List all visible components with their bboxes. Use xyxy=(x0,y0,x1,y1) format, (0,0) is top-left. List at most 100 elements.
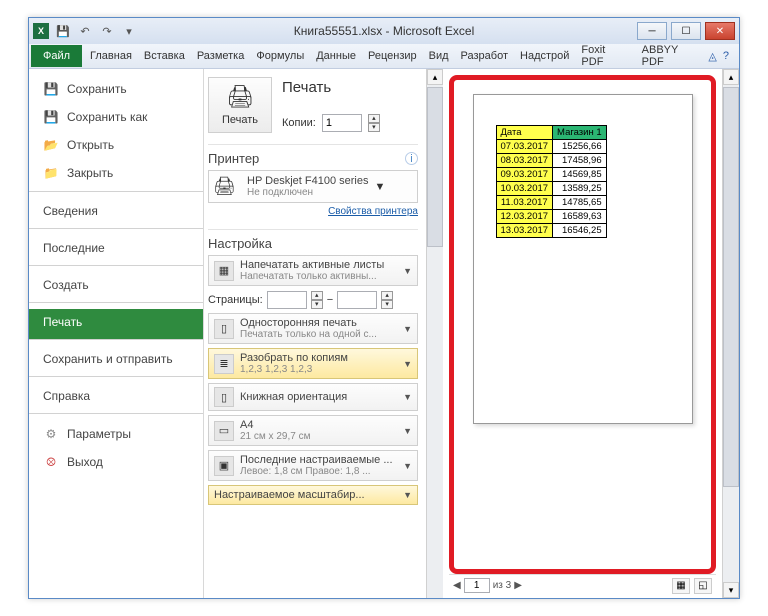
scroll-down-icon[interactable]: ▾ xyxy=(723,582,739,598)
page-prev-icon[interactable]: ◀ xyxy=(453,580,461,591)
pages-from-spinner[interactable]: ▴▾ xyxy=(311,291,323,309)
chevron-down-icon: ▼ xyxy=(403,359,412,369)
tab-home[interactable]: Главная xyxy=(84,45,138,67)
file-tab[interactable]: Файл xyxy=(31,45,82,67)
pages-separator: − xyxy=(327,294,333,306)
scroll-thumb[interactable] xyxy=(723,87,739,487)
scroll-up-icon[interactable]: ▴ xyxy=(427,69,443,85)
ribbon-tabs: Файл Главная Вставка Разметка Формулы Да… xyxy=(29,44,739,69)
collate-selector[interactable]: ≣ Разобрать по копиям1,2,3 1,2,3 1,2,3 ▼ xyxy=(208,348,418,379)
undo-icon[interactable]: ↶ xyxy=(77,23,93,39)
cell-date: 08.03.2017 xyxy=(496,154,553,168)
sidebar-item-close[interactable]: 📁Закрыть xyxy=(29,159,203,192)
sheets-icon: ▦ xyxy=(214,261,234,281)
help-icon[interactable]: ? xyxy=(723,50,729,63)
settings-heading: Настройка xyxy=(208,236,418,251)
scroll-up-icon[interactable]: ▴ xyxy=(723,69,739,85)
pages-to-input[interactable] xyxy=(337,291,377,309)
copies-label: Копии: xyxy=(282,117,316,129)
printer-selector[interactable]: 🖨 HP Deskjet F4100 seriesНе подключен ▼ xyxy=(208,170,418,203)
sidebar-item-label: Выход xyxy=(67,455,103,469)
scroll-thumb[interactable] xyxy=(427,87,443,247)
sides-selector[interactable]: ▯ Односторонняя печатьПечатать только на… xyxy=(208,313,418,344)
chevron-down-icon: ▼ xyxy=(403,490,412,500)
print-settings-panel: 🖨 Печать Печать Копии: ▴▾ Принтерi 🖨 HP … xyxy=(204,69,426,598)
table-row: 13.03.201716546,25 xyxy=(496,224,606,238)
sidebar-item-save[interactable]: 💾Сохранить xyxy=(29,75,203,103)
copies-input[interactable] xyxy=(322,114,362,132)
option-title: Односторонняя печать xyxy=(240,317,397,329)
print-preview: ДатаМагазин 1 07.03.201715256,6608.03.20… xyxy=(443,69,722,598)
save-icon[interactable]: 💾 xyxy=(55,23,71,39)
sidebar-item-share[interactable]: Сохранить и отправить xyxy=(29,346,203,377)
tab-addins[interactable]: Надстрой xyxy=(514,45,575,67)
settings-scrollbar[interactable]: ▴ xyxy=(426,69,443,598)
option-subtitle: 21 см x 29,7 см xyxy=(240,431,397,442)
tab-formulas[interactable]: Формулы xyxy=(250,45,310,67)
pages-to-spinner[interactable]: ▴▾ xyxy=(381,291,393,309)
printer-properties-link[interactable]: Свойства принтера xyxy=(208,206,418,217)
sidebar-item-print[interactable]: Печать xyxy=(29,309,203,340)
chevron-down-icon: ▼ xyxy=(403,392,412,402)
close-button[interactable]: ✕ xyxy=(705,22,735,40)
tab-data[interactable]: Данные xyxy=(310,45,362,67)
paper-size-selector[interactable]: ▭ A421 см x 29,7 см ▼ xyxy=(208,415,418,446)
tab-insert[interactable]: Вставка xyxy=(138,45,191,67)
orientation-selector[interactable]: ▯ Книжная ориентация ▼ xyxy=(208,383,418,411)
chevron-down-icon: ▼ xyxy=(403,461,412,471)
maximize-button[interactable]: ☐ xyxy=(671,22,701,40)
show-margins-button[interactable]: ▦ xyxy=(672,578,690,594)
minimize-button[interactable]: ─ xyxy=(637,22,667,40)
sidebar-item-label: Открыть xyxy=(67,138,114,152)
qat-more-icon[interactable]: ▾ xyxy=(121,23,137,39)
info-icon[interactable]: i xyxy=(405,152,418,165)
backstage-sidebar: 💾Сохранить 💾Сохранить как 📂Открыть 📁Закр… xyxy=(29,69,204,598)
margins-selector[interactable]: ▣ Последние настраиваемые ...Левое: 1,8 … xyxy=(208,450,418,481)
page-next-icon[interactable]: ▶ xyxy=(514,580,522,591)
print-button[interactable]: 🖨 Печать xyxy=(208,77,272,133)
tab-developer[interactable]: Разработ xyxy=(455,45,514,67)
table-row: 09.03.201714569,85 xyxy=(496,168,606,182)
scaling-selector[interactable]: Настраиваемое масштабир... ▼ xyxy=(208,485,418,505)
spinner-down-icon[interactable]: ▾ xyxy=(368,123,380,132)
copies-spinner[interactable]: ▴▾ xyxy=(368,114,380,132)
print-what-selector[interactable]: ▦ Напечатать активные листыНапечатать то… xyxy=(208,255,418,286)
cell-value: 16589,63 xyxy=(553,210,607,224)
tab-abbyy[interactable]: ABBYY PDF xyxy=(636,39,709,73)
sidebar-item-label: Печать xyxy=(43,315,82,329)
table-row: 10.03.201713589,25 xyxy=(496,182,606,196)
app-window: X 💾 ↶ ↷ ▾ Книга55551.xlsx - Microsoft Ex… xyxy=(28,17,740,599)
tab-view[interactable]: Вид xyxy=(423,45,455,67)
page-number-input[interactable] xyxy=(464,578,490,593)
cell-date: 13.03.2017 xyxy=(496,224,553,238)
cell-date: 12.03.2017 xyxy=(496,210,553,224)
pages-from-input[interactable] xyxy=(267,291,307,309)
sidebar-item-help[interactable]: Справка xyxy=(29,383,203,414)
option-subtitle: Напечатать только активны... xyxy=(240,271,397,282)
tab-layout[interactable]: Разметка xyxy=(191,45,251,67)
zoom-to-page-button[interactable]: ◱ xyxy=(694,578,712,594)
sidebar-item-label: Последние xyxy=(43,241,105,255)
cell-date: 11.03.2017 xyxy=(496,196,553,210)
preview-scrollbar[interactable]: ▴ ▾ xyxy=(722,69,739,598)
sidebar-item-exit[interactable]: ⮾Выход xyxy=(29,448,203,476)
tab-review[interactable]: Рецензир xyxy=(362,45,423,67)
cell-value: 16546,25 xyxy=(553,224,607,238)
sidebar-item-new[interactable]: Создать xyxy=(29,272,203,303)
option-title: Настраиваемое масштабир... xyxy=(214,489,397,501)
cell-date: 07.03.2017 xyxy=(496,140,553,154)
quick-access-toolbar: 💾 ↶ ↷ ▾ xyxy=(55,23,137,39)
options-icon: ⚙ xyxy=(43,426,59,442)
spinner-up-icon[interactable]: ▴ xyxy=(368,114,380,123)
minimize-ribbon-icon[interactable]: ◬ xyxy=(708,50,716,63)
tab-foxit[interactable]: Foxit PDF xyxy=(575,39,635,73)
sidebar-item-open[interactable]: 📂Открыть xyxy=(29,131,203,159)
sidebar-item-recent[interactable]: Последние xyxy=(29,235,203,266)
header-date: Дата xyxy=(496,126,553,140)
sidebar-item-options[interactable]: ⚙Параметры xyxy=(29,420,203,448)
sidebar-item-info[interactable]: Сведения xyxy=(29,198,203,229)
sidebar-item-save-as[interactable]: 💾Сохранить как xyxy=(29,103,203,131)
preview-page: ДатаМагазин 1 07.03.201715256,6608.03.20… xyxy=(473,94,693,424)
redo-icon[interactable]: ↷ xyxy=(99,23,115,39)
chevron-down-icon: ▼ xyxy=(403,426,412,436)
